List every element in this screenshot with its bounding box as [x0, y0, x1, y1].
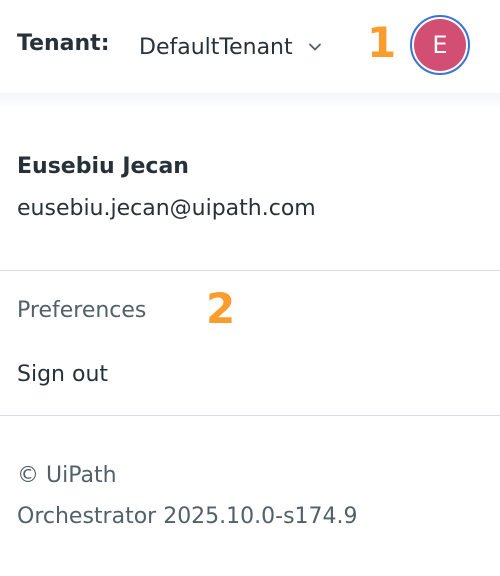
- menu-item-sign-out[interactable]: Sign out: [0, 350, 500, 402]
- menu-item-preferences[interactable]: Preferences: [0, 286, 500, 338]
- user-name: Eusebiu Jecan: [17, 154, 189, 179]
- avatar: E: [414, 19, 466, 71]
- menu-item-label: Preferences: [17, 298, 147, 323]
- user-email: eusebiu.jecan@uipath.com: [17, 196, 316, 221]
- tenant-value: DefaultTenant: [139, 34, 293, 60]
- annotation-marker-1: 1: [367, 18, 397, 67]
- chevron-down-icon: [307, 39, 323, 55]
- tenant-label: Tenant:: [17, 31, 110, 56]
- menu-divider: [0, 270, 500, 271]
- tenant-header: Tenant: DefaultTenant 1 E: [0, 0, 500, 94]
- menu-divider: [0, 415, 500, 416]
- user-menu-page: Tenant: DefaultTenant 1 E Eusebiu Jecan …: [0, 0, 500, 576]
- footer-version: Orchestrator 2025.10.0-s174.9: [17, 504, 358, 529]
- menu-item-label: Sign out: [17, 362, 109, 387]
- tenant-dropdown[interactable]: DefaultTenant: [139, 31, 323, 63]
- avatar-initial: E: [432, 31, 448, 59]
- menu-shadow: [0, 93, 500, 109]
- user-avatar-button[interactable]: E: [410, 15, 470, 75]
- footer-copyright: © UiPath: [17, 463, 117, 488]
- annotation-marker-2: 2: [206, 284, 236, 333]
